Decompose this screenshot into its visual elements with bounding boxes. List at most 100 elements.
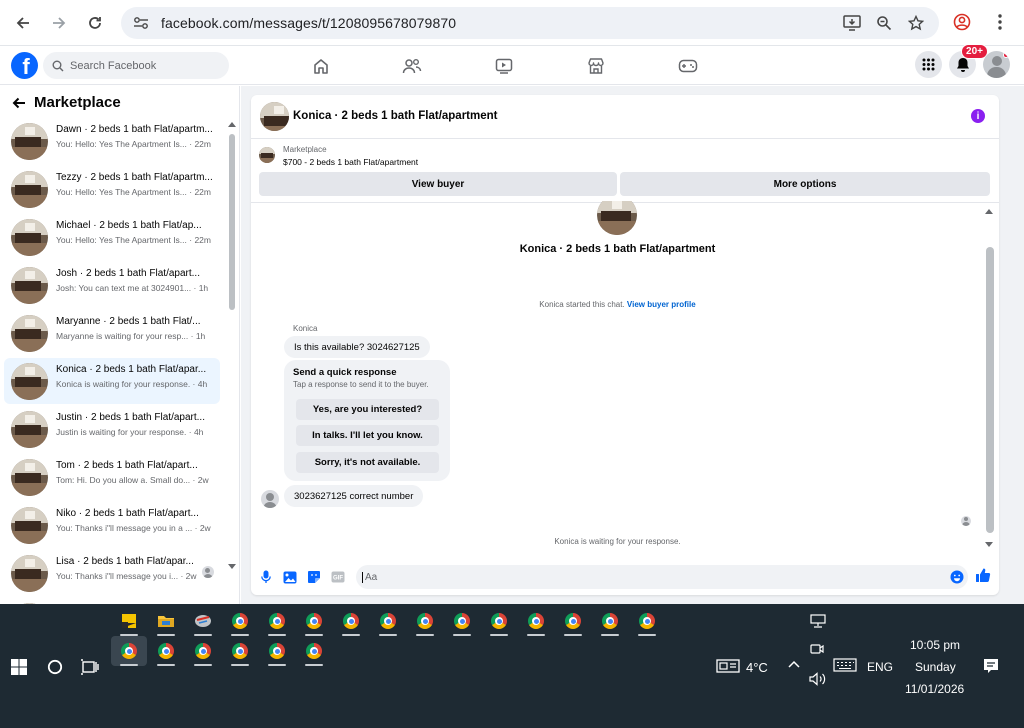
chrome-window[interactable] (222, 606, 258, 636)
conversation-item[interactable]: Josh · 2 beds 1 bath Flat/apart... Josh:… (4, 262, 220, 308)
conversation-item[interactable]: Michael · 2 beds 1 bath Flat/ap... You: … (4, 214, 220, 260)
chrome-window[interactable] (629, 606, 665, 636)
search-circle-icon[interactable] (46, 658, 64, 676)
conversation-item[interactable]: Justin · 2 beds 1 bath Flat/apart... Jus… (4, 406, 220, 452)
notification-center-icon[interactable] (983, 658, 999, 674)
conversation-name: Tom · 2 beds 1 bath Flat/apart... (56, 460, 198, 471)
zoom-icon[interactable] (871, 10, 897, 36)
windows-start-icon[interactable] (10, 658, 28, 676)
chrome-window[interactable] (481, 606, 517, 636)
facebook-logo[interactable]: f (11, 52, 38, 79)
buyer-avatar[interactable] (597, 201, 637, 237)
quick-reply-button[interactable]: In talks. I'll let you know. (296, 425, 439, 446)
scroll-down-icon[interactable] (228, 564, 236, 569)
conversation-item[interactable]: Maryanne · 2 beds 1 bath Flat/... Maryan… (4, 310, 220, 356)
scroll-down-icon[interactable] (985, 542, 993, 547)
nav-friends[interactable] (401, 55, 423, 77)
listing-thumbnail[interactable] (260, 102, 289, 131)
chrome-window[interactable] (407, 606, 443, 636)
keyboard-icon[interactable] (833, 658, 857, 672)
chrome-window[interactable] (518, 606, 554, 636)
info-icon[interactable]: i (971, 109, 985, 123)
message-bubble[interactable]: 3023627125 correct number (284, 485, 424, 507)
chrome-window[interactable] (259, 636, 295, 666)
chrome-window[interactable] (296, 636, 332, 666)
scroll-up-icon[interactable] (985, 209, 993, 214)
conversation-item[interactable]: Tezzy · 2 beds 1 bath Flat/apartm... You… (4, 166, 220, 212)
chrome-window[interactable] (333, 606, 369, 636)
back-button[interactable] (8, 8, 38, 38)
browser-menu-icon[interactable] (986, 8, 1014, 36)
chrome-window[interactable] (555, 606, 591, 636)
chrome-window[interactable] (222, 636, 258, 666)
chrome-window[interactable] (444, 606, 480, 636)
clock-time[interactable]: 10:05 pm (910, 638, 960, 652)
view-buyer-button[interactable]: View buyer (259, 172, 617, 196)
bookmark-star-icon[interactable] (903, 10, 929, 36)
message-bubble[interactable]: Is this available? 3024627125 (284, 336, 430, 358)
weather-temperature[interactable]: 4°C (746, 660, 768, 675)
more-options-button[interactable]: More options (620, 172, 990, 196)
task-view-icon[interactable] (80, 658, 100, 676)
message-input-box[interactable] (356, 565, 968, 589)
thumbs-up-icon[interactable] (975, 567, 991, 583)
url-text[interactable]: facebook.com/messages/t/1208095678079870 (161, 15, 456, 31)
install-app-icon[interactable] (839, 10, 865, 36)
facebook-search[interactable] (43, 52, 229, 79)
file-explorer-app[interactable] (148, 606, 184, 636)
scrollbar-thumb[interactable] (986, 247, 994, 533)
gif-icon[interactable]: GIF (330, 569, 346, 585)
video-icon (495, 58, 513, 74)
nav-marketplace[interactable] (585, 55, 607, 77)
conversation-item[interactable]: Tom · 2 beds 1 bath Flat/apart... Tom: H… (4, 454, 220, 500)
quick-reply-button[interactable]: Sorry, it's not available. (296, 452, 439, 473)
quick-reply-button[interactable]: Yes, are you interested? (296, 399, 439, 420)
chrome-window-active[interactable] (111, 636, 147, 666)
chat-scrollbar[interactable] (985, 207, 995, 549)
photo-icon[interactable] (282, 569, 298, 585)
nav-home[interactable] (310, 55, 332, 77)
scroll-up-icon[interactable] (228, 122, 236, 127)
chrome-window[interactable] (296, 606, 332, 636)
conversation-item[interactable]: Niko · 2 beds 1 bath Flat/apart... You: … (4, 502, 220, 548)
address-bar[interactable]: facebook.com/messages/t/1208095678079870 (121, 7, 939, 39)
back-arrow-icon[interactable] (12, 97, 26, 109)
reload-button[interactable] (80, 8, 110, 38)
chat-title[interactable]: Konica · 2 beds 1 bath Flat/apartment (293, 110, 497, 122)
sticker-icon[interactable] (306, 569, 322, 585)
chrome-window[interactable] (185, 636, 221, 666)
sticky-notes-app[interactable] (111, 606, 147, 636)
sidebar-scrollbar[interactable] (228, 120, 236, 569)
chevron-up-icon[interactable] (788, 660, 800, 668)
message-input[interactable] (362, 571, 922, 583)
chrome-icon (232, 613, 248, 629)
media-app[interactable] (185, 606, 221, 636)
conversation-item-active[interactable]: Konica · 2 beds 1 bath Flat/apar... Koni… (4, 358, 220, 404)
forward-button[interactable] (44, 8, 74, 38)
emoji-icon[interactable] (949, 569, 965, 585)
search-input[interactable] (70, 59, 220, 72)
menu-grid-button[interactable] (915, 51, 942, 78)
network-icon[interactable] (810, 614, 826, 628)
clock-date[interactable]: 11/01/2026 (905, 682, 964, 696)
weather-icon[interactable] (716, 658, 740, 674)
site-settings-icon[interactable] (127, 16, 155, 30)
scrollbar-thumb[interactable] (229, 134, 235, 310)
chrome-window[interactable] (259, 606, 295, 636)
profile-icon[interactable] (948, 8, 976, 36)
view-buyer-profile-link[interactable]: View buyer profile (627, 300, 696, 309)
volume-icon[interactable] (809, 672, 827, 686)
meet-now-icon[interactable] (810, 642, 824, 656)
nav-video[interactable] (493, 55, 515, 77)
account-avatar[interactable] (983, 51, 1010, 78)
chrome-window[interactable] (592, 606, 628, 636)
conversation-item[interactable]: Lisa · 2 beds 1 bath Flat/apar... You: T… (4, 550, 220, 596)
chrome-window[interactable] (370, 606, 406, 636)
clock-day[interactable]: Sunday (915, 660, 956, 674)
microphone-icon[interactable] (258, 569, 274, 585)
nav-gaming[interactable] (677, 55, 699, 77)
notifications-button[interactable]: 20+ (949, 44, 988, 78)
conversation-item[interactable]: Dawn · 2 beds 1 bath Flat/apartm... You:… (4, 118, 220, 164)
input-language[interactable]: ENG (867, 660, 893, 674)
chrome-window[interactable] (148, 636, 184, 666)
